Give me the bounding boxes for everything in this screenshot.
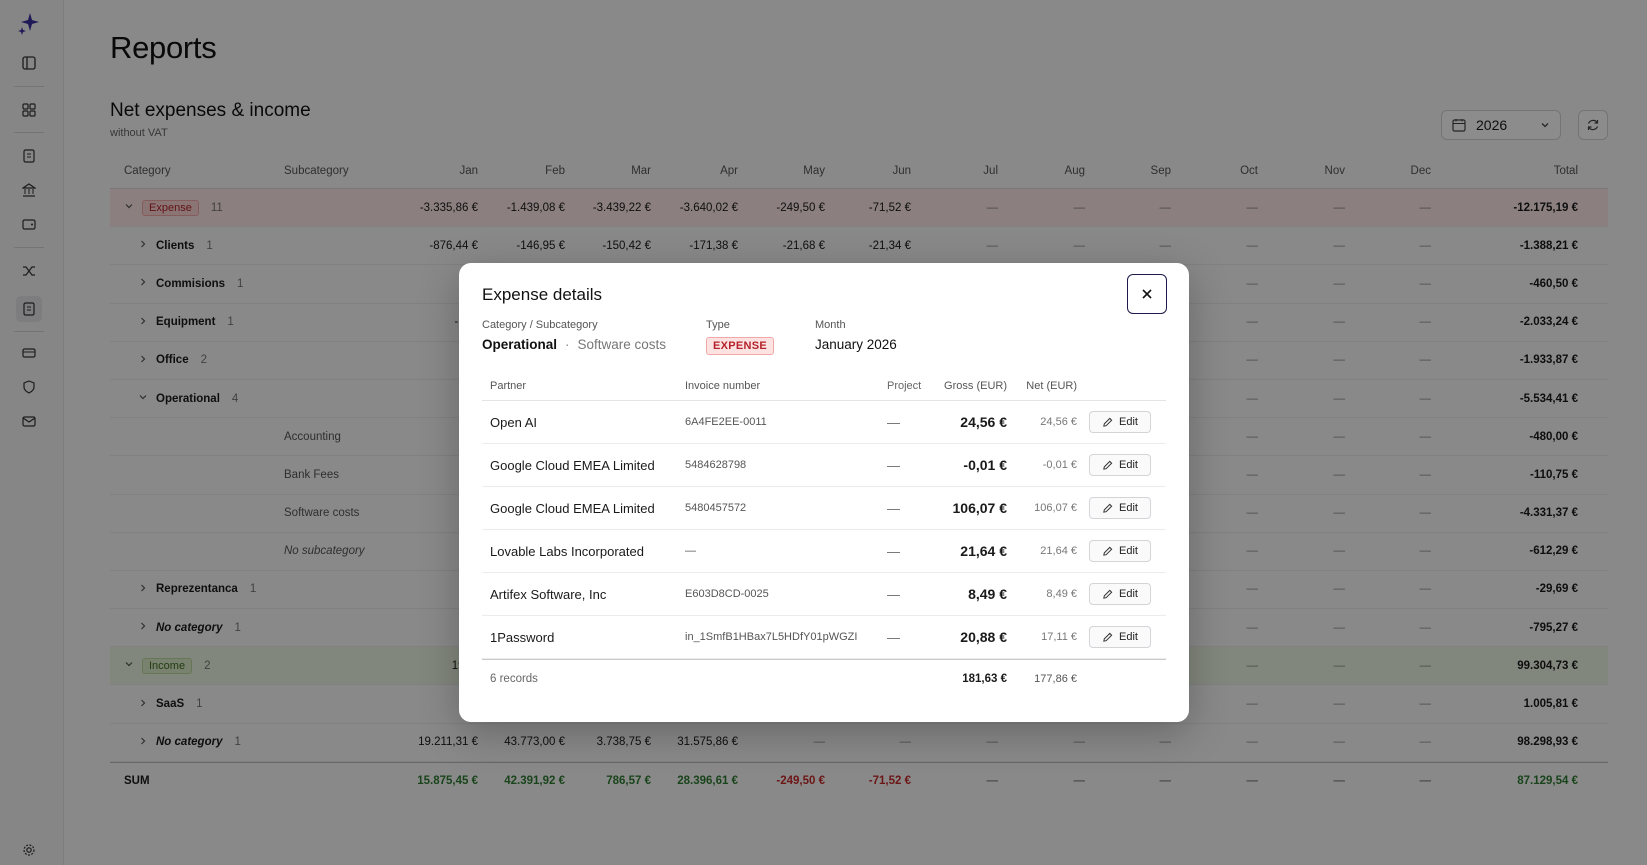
column-header: Partner (490, 379, 527, 392)
gross-cell: 106,07 € (952, 500, 1008, 516)
type-badge: EXPENSE (706, 337, 775, 355)
edit-cell: Edit (1089, 573, 1151, 615)
column-header: Project (887, 379, 922, 392)
invoice-cell: 5484628798 (685, 459, 747, 471)
edit-button[interactable]: Edit (1089, 497, 1151, 519)
invoice-cell: in_1SmfB1HBax7L5HDfY01pWGZI (685, 631, 858, 643)
records-count: 6 records (490, 672, 538, 685)
gross-cell: 21,64 € (960, 543, 1007, 559)
expense-row[interactable]: Google Cloud EMEA Limited 5480457572 — 106,… (482, 487, 1166, 530)
edit-cell: Edit (1089, 487, 1151, 529)
column-header: Gross (EUR) (944, 379, 1007, 392)
edit-label: Edit (1119, 416, 1138, 428)
edit-label: Edit (1119, 459, 1138, 471)
net-cell: 106,07 € (1034, 502, 1077, 514)
expense-row[interactable]: Lovable Labs Incorporated — — 21,64 € 21,64 … (482, 530, 1166, 573)
invoice-cell: E603D8CD-0025 (685, 588, 769, 600)
month-value: January 2026 (815, 337, 897, 352)
partner-cell: Lovable Labs Incorporated (490, 543, 644, 559)
edit-button[interactable]: Edit (1089, 583, 1151, 605)
invoice-cell: — (685, 545, 696, 557)
edit-cell: Edit (1089, 401, 1151, 443)
net-cell: 17,11 € (1041, 631, 1077, 643)
type-label: Type (706, 319, 730, 331)
pencil-icon (1103, 632, 1113, 642)
partner-cell: Google Cloud EMEA Limited (490, 500, 655, 516)
expense-row[interactable]: Google Cloud EMEA Limited 5484628798 — -0,0… (482, 444, 1166, 487)
gross-cell: 20,88 € (960, 629, 1007, 645)
modal-table-footer: 6 records 181,63 € 177,86 € (482, 659, 1166, 697)
edit-button[interactable]: Edit (1089, 411, 1151, 433)
partner-cell: Google Cloud EMEA Limited (490, 457, 655, 473)
edit-button[interactable]: Edit (1089, 626, 1151, 648)
invoice-cell: 5480457572 (685, 502, 747, 514)
gross-cell: 8,49 € (968, 586, 1007, 602)
project-cell: — (887, 500, 900, 516)
pencil-icon (1103, 503, 1113, 513)
gross-cell: -0,01 € (963, 457, 1007, 473)
pencil-icon (1103, 546, 1113, 556)
expense-row[interactable]: Artifex Software, Inc E603D8CD-0025 — 8,49 … (482, 573, 1166, 616)
month-label: Month (815, 319, 846, 331)
edit-button[interactable]: Edit (1089, 454, 1151, 476)
edit-button[interactable]: Edit (1089, 540, 1151, 562)
edit-cell: Edit (1089, 530, 1151, 572)
pencil-icon (1103, 417, 1113, 427)
project-cell: — (887, 414, 900, 430)
project-cell: — (887, 629, 900, 645)
net-cell: 8,49 € (1046, 588, 1077, 600)
column-header: Net (EUR) (1026, 379, 1077, 392)
modal-title: Expense details (482, 285, 603, 304)
category-label: Category / Subcategory (482, 319, 598, 331)
partner-cell: Artifex Software, Inc (490, 586, 607, 602)
project-cell: — (887, 586, 900, 602)
category-name: Operational (482, 337, 558, 352)
expense-table: Partner Invoice number Project Gross (EUR) N… (482, 371, 1166, 697)
separator: · (565, 337, 570, 352)
net-cell: -0,01 € (1042, 459, 1077, 471)
partner-cell: Open AI (490, 414, 537, 430)
net-cell: 21,64 € (1040, 545, 1077, 557)
modal-table-header: Partner Invoice number Project Gross (EUR) N… (482, 371, 1166, 401)
edit-label: Edit (1119, 588, 1138, 600)
subcategory-name: Software costs (577, 337, 667, 352)
edit-cell: Edit (1089, 616, 1151, 658)
gross-cell: 24,56 € (960, 414, 1007, 430)
edit-label: Edit (1119, 631, 1138, 643)
pencil-icon (1103, 460, 1113, 470)
category-value: Operational · Software costs (482, 337, 666, 352)
edit-label: Edit (1119, 545, 1138, 557)
project-cell: — (887, 457, 900, 473)
close-button[interactable] (1127, 274, 1167, 314)
gross-total: 181,63 € (962, 672, 1007, 685)
edit-label: Edit (1119, 502, 1138, 514)
column-header: Invoice number (685, 379, 761, 392)
edit-cell: Edit (1089, 444, 1151, 486)
partner-cell: 1Password (490, 629, 555, 645)
net-total: 177,86 € (1034, 672, 1077, 685)
project-cell: — (887, 543, 900, 559)
pencil-icon (1103, 589, 1113, 599)
invoice-cell: 6A4FE2EE-0011 (685, 416, 767, 428)
expense-row[interactable]: Open AI 6A4FE2EE-0011 — 24,56 € 24,56 € Edit (482, 401, 1166, 444)
net-cell: 24,56 € (1040, 416, 1077, 428)
expense-details-modal: Expense details Category / Subcategory O… (459, 263, 1189, 722)
close-icon (1142, 289, 1152, 299)
expense-row[interactable]: 1Password in_1SmfB1HBax7L5HDfY01pWGZI — 20,… (482, 616, 1166, 659)
